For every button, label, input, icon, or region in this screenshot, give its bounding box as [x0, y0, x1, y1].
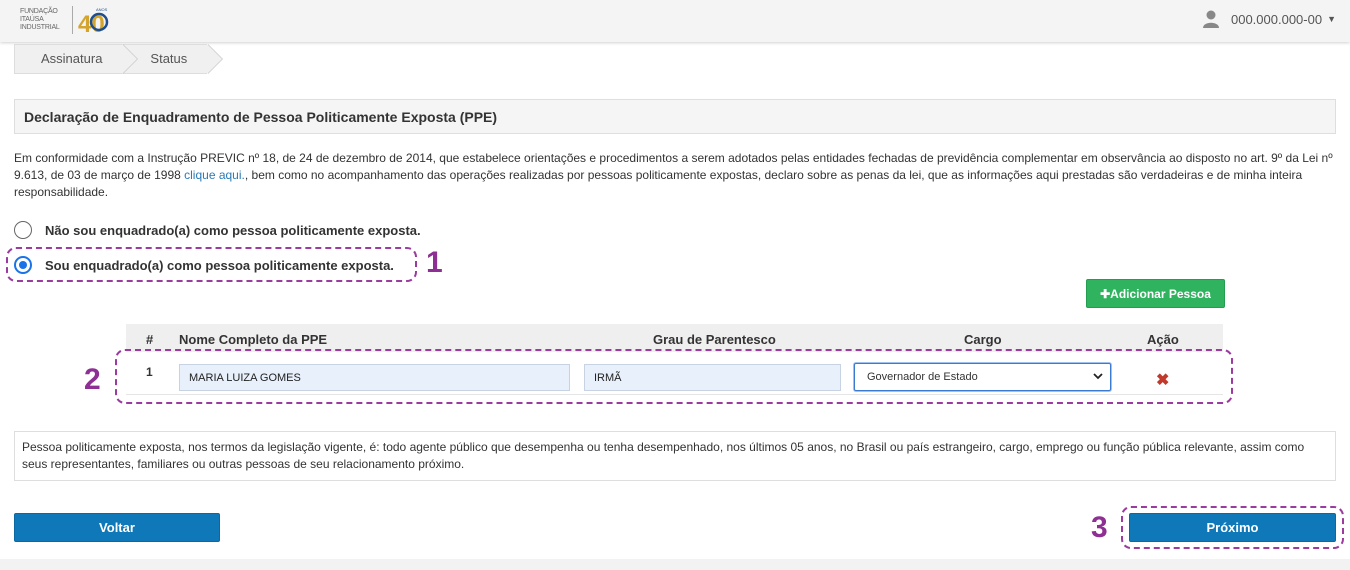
logo-text: FUNDAÇÃO ITAÚSA INDUSTRIAL — [20, 8, 60, 31]
breadcrumb: Assinatura Status — [14, 44, 224, 74]
logo-40-icon: 40 ANOS — [78, 7, 109, 38]
option-not-ppe[interactable]: Não sou enquadrado(a) como pessoa politi… — [14, 221, 421, 239]
column-header-num: # — [146, 332, 154, 347]
svg-text:ANOS: ANOS — [96, 7, 108, 12]
annotation-box-1 — [6, 247, 417, 282]
plus-icon: ✚ — [1100, 286, 1111, 301]
user-menu[interactable]: 000.000.000-00 ▼ — [1202, 10, 1336, 28]
annotation-box-2 — [115, 349, 1233, 404]
radio-not-ppe[interactable] — [14, 221, 32, 239]
logo-separator — [72, 6, 73, 34]
column-header-role: Cargo — [964, 332, 1002, 347]
annotation-box-3 — [1121, 506, 1344, 549]
user-icon — [1202, 10, 1219, 28]
annotation-number-1: 1 — [426, 246, 443, 279]
logo-40-anos: 40 ANOS — [77, 5, 109, 38]
annotation-number-3: 3 — [1091, 511, 1108, 544]
logo: FUNDAÇÃO ITAÚSA INDUSTRIAL 40 ANOS — [20, 4, 109, 38]
column-header-kinship: Grau de Parentesco — [653, 332, 776, 347]
footer-strip — [0, 559, 1350, 570]
page-title: Declaração de Enquadramento de Pessoa Po… — [14, 99, 1336, 134]
ppe-definition-note: Pessoa politicamente exposta, nos termos… — [14, 431, 1336, 481]
intro-text: Em conformidade com a Instrução PREVIC n… — [14, 151, 1333, 199]
option-not-ppe-label: Não sou enquadrado(a) como pessoa politi… — [45, 222, 421, 238]
ppe-table-header: # Nome Completo da PPE Grau de Parentesc… — [126, 324, 1223, 352]
column-header-action: Ação — [1147, 332, 1179, 347]
caret-down-icon: ▼ — [1327, 14, 1336, 24]
top-bar: FUNDAÇÃO ITAÚSA INDUSTRIAL 40 ANOS 000.0… — [0, 0, 1350, 42]
back-button[interactable]: Voltar — [14, 513, 220, 542]
user-cpf: 000.000.000-00 — [1230, 11, 1323, 27]
clique-aqui-link[interactable]: clique aqui. — [184, 168, 245, 182]
column-header-name: Nome Completo da PPE — [179, 332, 328, 347]
annotation-number-2: 2 — [84, 363, 101, 396]
add-person-button[interactable]: ✚ Adicionar Pessoa — [1086, 279, 1225, 308]
breadcrumb-item-assinatura[interactable]: Assinatura — [14, 44, 139, 74]
